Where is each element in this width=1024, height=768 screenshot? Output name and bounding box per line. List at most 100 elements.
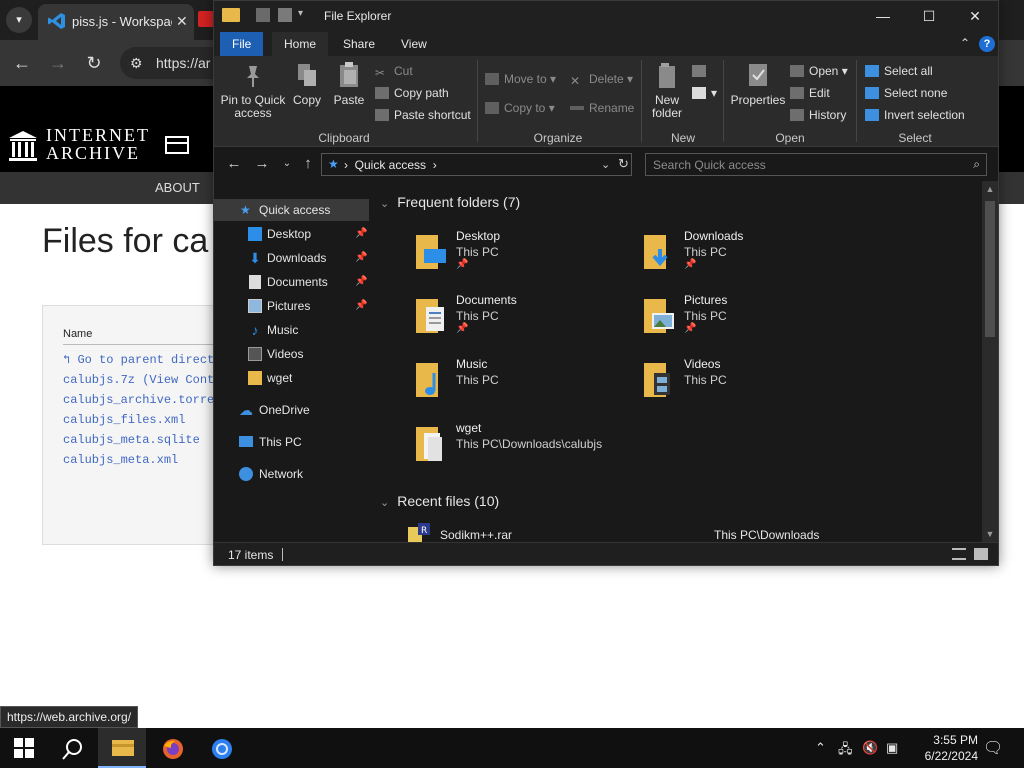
pin-icon[interactable]: 📌 bbox=[355, 247, 367, 269]
group-label-new: New bbox=[670, 131, 695, 145]
select-none-button[interactable]: Select none bbox=[865, 84, 947, 102]
folder-tile-desktop[interactable]: Desktop This PC 📌 bbox=[408, 225, 628, 281]
site-settings-icon[interactable]: ⚙ bbox=[130, 55, 143, 72]
rename-button[interactable]: Rename bbox=[570, 99, 634, 117]
tab-file[interactable]: File bbox=[220, 32, 264, 56]
tab-share[interactable]: Share bbox=[331, 32, 387, 56]
new-folder-button[interactable]: New folder bbox=[647, 60, 687, 120]
copy-to-button[interactable]: Copy to ▾ bbox=[485, 99, 555, 117]
paste-button[interactable]: Paste bbox=[331, 60, 367, 107]
pin-icon[interactable]: 📌 bbox=[355, 295, 367, 317]
properties-qat-icon[interactable] bbox=[256, 8, 270, 22]
archive-favicon-icon[interactable] bbox=[198, 11, 214, 27]
pin-to-quick-access-button[interactable]: Pin to Quick access bbox=[220, 60, 286, 120]
tab-view[interactable]: View bbox=[389, 32, 439, 56]
up-arrow-icon[interactable]: ↑ bbox=[298, 155, 318, 172]
paste-shortcut-button[interactable]: Paste shortcut bbox=[375, 106, 471, 124]
move-to-button[interactable]: Move to ▾ bbox=[485, 70, 556, 88]
details-view-icon[interactable] bbox=[952, 548, 966, 560]
firefox-taskbar-button[interactable] bbox=[148, 728, 196, 768]
show-hidden-icons-icon[interactable]: ⌃ bbox=[815, 740, 826, 756]
customize-qat-dropdown-icon[interactable]: ▾ bbox=[298, 8, 303, 24]
nav-item-this-pc[interactable]: This PC bbox=[214, 431, 369, 453]
help-icon[interactable]: ? bbox=[979, 36, 995, 52]
scrollbar-thumb[interactable] bbox=[985, 201, 995, 337]
nav-item-desktop[interactable]: Desktop 📌 bbox=[214, 223, 369, 245]
tab-home[interactable]: Home bbox=[272, 32, 329, 56]
system-clock[interactable]: 3:55 PM 6/22/2024 bbox=[902, 732, 978, 764]
folder-tile-documents[interactable]: Documents This PC 📌 bbox=[408, 289, 628, 345]
display-icon[interactable]: ▣ bbox=[886, 740, 898, 756]
forward-arrow-icon[interactable]: → bbox=[252, 155, 272, 172]
close-icon[interactable]: ✕ bbox=[952, 1, 998, 32]
title-bar[interactable]: ▾ File Explorer — ☐ ✕ bbox=[214, 1, 998, 32]
nav-item-onedrive[interactable]: ☁ OneDrive bbox=[214, 399, 369, 421]
folder-tile-wget[interactable]: wget This PC\Downloads\calubjs bbox=[408, 417, 708, 473]
recent-file-row[interactable]: R Sodikm++.rar This PC\Downloads bbox=[372, 521, 982, 542]
reload-icon[interactable]: ↻ bbox=[82, 51, 106, 75]
vertical-scrollbar[interactable]: ▲ ▼ bbox=[982, 181, 998, 542]
start-button[interactable] bbox=[0, 728, 48, 768]
back-arrow-icon[interactable]: ← bbox=[10, 51, 34, 75]
column-header-name[interactable]: Name bbox=[63, 328, 92, 340]
close-icon[interactable]: ✕ bbox=[176, 13, 188, 30]
folder-tile-music[interactable]: Music This PC bbox=[408, 353, 628, 409]
scroll-down-icon[interactable]: ▼ bbox=[982, 526, 998, 542]
nav-item-quick-access[interactable]: ★ Quick access bbox=[214, 199, 369, 221]
nav-item-music[interactable]: ♪ Music bbox=[214, 319, 369, 341]
search-input[interactable]: Search Quick access ⌕ bbox=[645, 153, 987, 176]
search-button[interactable] bbox=[48, 728, 96, 768]
archive-logo-icon[interactable] bbox=[8, 130, 38, 162]
chrome-taskbar-button[interactable] bbox=[197, 728, 245, 768]
minimize-icon[interactable]: — bbox=[860, 1, 906, 32]
collapse-ribbon-icon[interactable]: ⌃ bbox=[960, 36, 970, 50]
recent-files-header[interactable]: ⌄ Recent files (10) bbox=[380, 493, 499, 509]
notifications-icon[interactable]: 🗨 bbox=[983, 738, 1003, 758]
folder-location: This PC bbox=[456, 309, 499, 323]
tab-search-button[interactable]: ▾ bbox=[6, 7, 32, 33]
forward-arrow-icon[interactable]: → bbox=[46, 51, 70, 75]
delete-button[interactable]: ✕ Delete ▾ bbox=[570, 70, 633, 88]
properties-button[interactable]: Properties bbox=[728, 60, 788, 107]
easy-access-button[interactable]: ▾ bbox=[692, 84, 717, 102]
browser-tab-active[interactable]: piss.js - Workspace ✕ bbox=[38, 4, 194, 40]
copy-button[interactable]: Copy bbox=[290, 60, 324, 107]
back-arrow-icon[interactable]: ← bbox=[224, 155, 244, 172]
edit-button[interactable]: Edit bbox=[790, 84, 830, 102]
maximize-icon[interactable]: ☐ bbox=[906, 1, 952, 32]
volume-muted-icon[interactable]: 🔇 bbox=[862, 740, 878, 756]
copy-path-button[interactable]: Copy path bbox=[375, 84, 449, 102]
address-bar[interactable]: ★ › Quick access › ⌄ ↻ bbox=[321, 153, 632, 176]
address-dropdown-icon[interactable]: ⌄ bbox=[601, 158, 610, 171]
new-item-button[interactable] bbox=[692, 62, 711, 80]
web-nav-icon[interactable] bbox=[165, 136, 189, 154]
pin-icon[interactable]: 📌 bbox=[355, 271, 367, 293]
nav-item-network[interactable]: Network bbox=[214, 463, 369, 485]
network-status-icon[interactable]: 🖧 bbox=[838, 740, 853, 762]
about-link[interactable]: ABOUT bbox=[155, 180, 200, 195]
cut-button[interactable]: ✂ Cut bbox=[375, 62, 413, 80]
nav-item-downloads[interactable]: ⬇ Downloads 📌 bbox=[214, 247, 369, 269]
recent-locations-icon[interactable]: ⌄ bbox=[277, 158, 297, 169]
scroll-up-icon[interactable]: ▲ bbox=[982, 181, 998, 197]
history-button[interactable]: History bbox=[790, 106, 846, 124]
nav-item-videos[interactable]: Videos bbox=[214, 343, 369, 365]
folder-tile-videos[interactable]: Videos This PC bbox=[636, 353, 856, 409]
new-folder-qat-icon[interactable] bbox=[278, 8, 292, 22]
folder-tile-pictures[interactable]: Pictures This PC 📌 bbox=[636, 289, 856, 345]
open-button[interactable]: Open ▾ bbox=[790, 62, 848, 80]
file-explorer-taskbar-button[interactable] bbox=[98, 728, 146, 768]
refresh-icon[interactable]: ↻ bbox=[618, 156, 629, 172]
large-icons-view-icon[interactable] bbox=[974, 548, 988, 560]
folder-tile-downloads[interactable]: Downloads This PC 📌 bbox=[636, 225, 856, 281]
nav-item-wget[interactable]: wget bbox=[214, 367, 369, 389]
pin-icon[interactable]: 📌 bbox=[355, 223, 367, 245]
select-all-button[interactable]: Select all bbox=[865, 62, 933, 80]
search-icon[interactable]: ⌕ bbox=[973, 157, 980, 172]
archive-logo-text[interactable]: INTERNET ARCHIVE bbox=[46, 126, 150, 162]
nav-item-documents[interactable]: Documents 📌 bbox=[214, 271, 369, 293]
breadcrumb[interactable]: › Quick access › bbox=[344, 158, 437, 172]
nav-item-pictures[interactable]: Pictures 📌 bbox=[214, 295, 369, 317]
frequent-folders-header[interactable]: ⌄ Frequent folders (7) bbox=[380, 194, 520, 210]
invert-selection-button[interactable]: Invert selection bbox=[865, 106, 965, 124]
